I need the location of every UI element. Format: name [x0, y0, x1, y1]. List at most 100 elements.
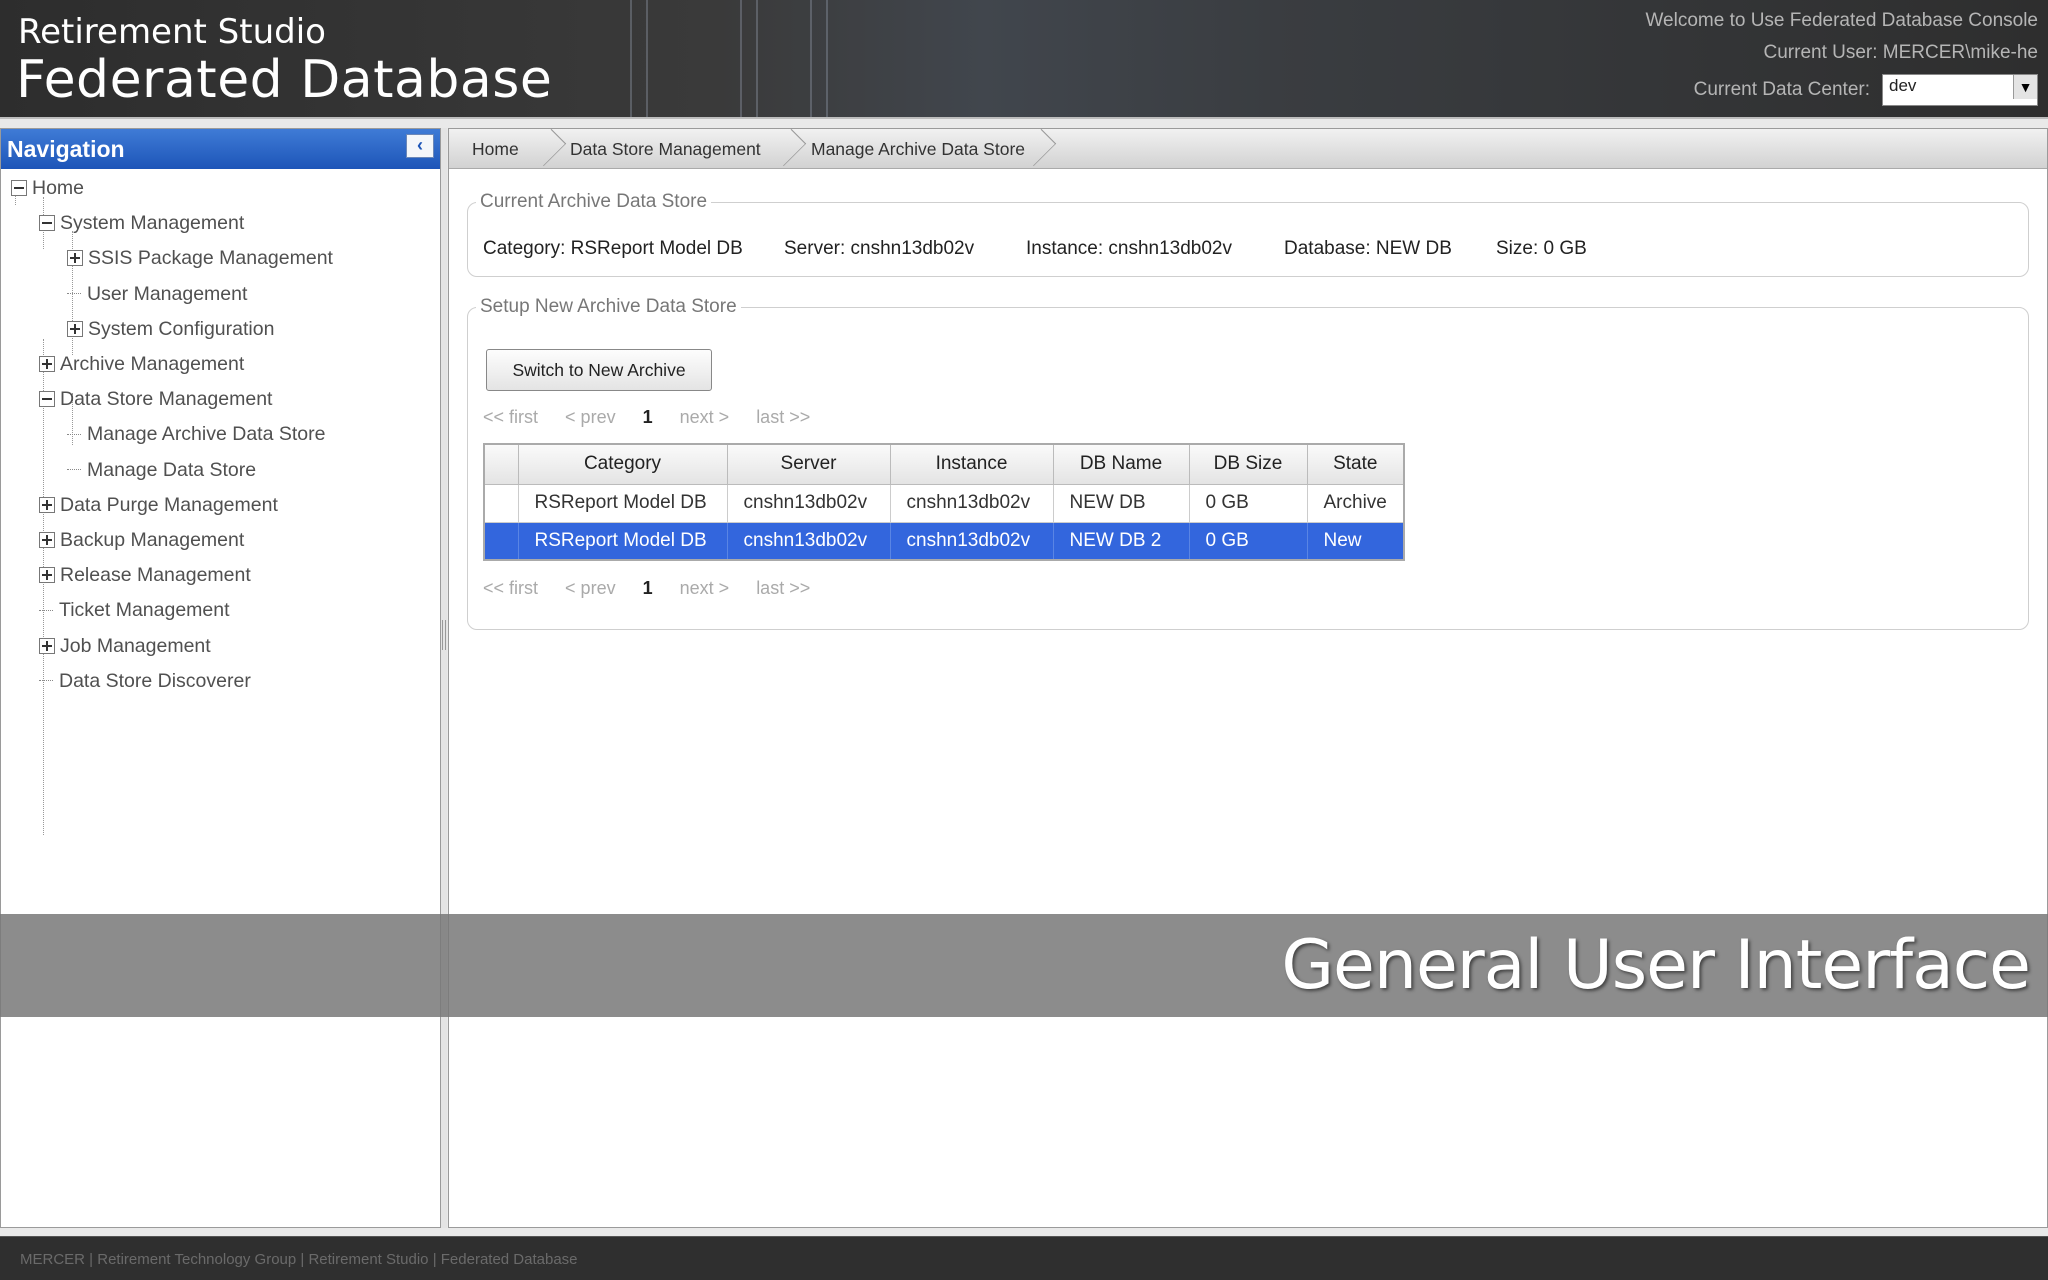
nav-item-label: Data Purge Management [60, 493, 278, 516]
column-header-server[interactable]: Server [726, 443, 891, 485]
nav-item-archive-management[interactable]: Archive Management [39, 347, 244, 381]
nav-item-ssis-package-management[interactable]: SSIS Package Management [67, 241, 333, 275]
nav-item-label: System Configuration [88, 317, 275, 340]
nav-item-label: Data Store Management [60, 388, 273, 411]
nav-item-label: Ticket Management [59, 599, 230, 622]
tree-connector [67, 433, 81, 435]
expand-icon[interactable] [39, 356, 55, 372]
cell-state: New [1306, 521, 1405, 561]
tree-connector [39, 609, 53, 611]
pager-first-link[interactable]: << first [483, 578, 538, 598]
collapse-icon[interactable] [39, 391, 55, 408]
table-row-selected[interactable]: RSReport Model DB cnshn13db02v cnshn13db… [483, 521, 1405, 561]
header-user-info: Welcome to Use Federated Database Consol… [1645, 10, 2038, 106]
cell-state: Archive [1306, 483, 1405, 523]
cell-db-size: 0 GB [1188, 521, 1308, 561]
data-center-select[interactable]: dev ▼ [1882, 74, 2038, 106]
panel-splitter[interactable] [441, 128, 447, 1228]
pager-top: << first < prev 1 next > last >> [483, 407, 832, 428]
nav-item-ticket-management[interactable]: Ticket Management [39, 593, 230, 627]
chevron-left-icon[interactable]: ‹ [406, 134, 434, 158]
collapse-icon[interactable] [39, 215, 55, 232]
breadcrumb-separator [1029, 129, 1051, 169]
nav-item-label: Manage Data Store [87, 458, 257, 481]
breadcrumb-manage-archive-data-store[interactable]: Manage Archive Data Store [811, 129, 1025, 169]
overlay-banner: General User Interface [0, 914, 2048, 1017]
welcome-text: Welcome to Use Federated Database Consol… [1645, 10, 2038, 31]
nav-item-label: Release Management [60, 564, 251, 587]
setup-archive-legend: Setup New Archive Data Store [480, 296, 737, 317]
current-server: Server: cnshn13db02v [784, 238, 975, 259]
expand-icon[interactable] [39, 532, 55, 548]
cell-db-name: NEW DB 2 [1052, 521, 1190, 561]
nav-item-system-management[interactable]: System Management [39, 206, 244, 240]
pager-bottom: << first < prev 1 next > last >> [483, 578, 832, 599]
breadcrumb-data-store-management[interactable]: Data Store Management [570, 129, 761, 169]
nav-item-job-management[interactable]: Job Management [39, 629, 211, 663]
expand-icon[interactable] [67, 250, 83, 267]
app-title: Federated Database [16, 50, 553, 110]
navigation-header: Navigation ‹ [1, 129, 440, 169]
pager-prev-link[interactable]: < prev [565, 578, 616, 598]
nav-item-backup-management[interactable]: Backup Management [39, 523, 244, 557]
expand-icon[interactable] [39, 567, 55, 584]
breadcrumb-separator [539, 129, 561, 169]
splitter-grip[interactable] [442, 620, 446, 650]
pager-next-link[interactable]: next > [680, 578, 730, 598]
app-header: Retirement Studio Federated Database Wel… [0, 0, 2048, 119]
tree-connector [39, 680, 53, 682]
pager-current-page: 1 [642, 407, 653, 427]
app-footer: MERCER | Retirement Technology Group | R… [0, 1236, 2048, 1280]
header-decoration [590, 0, 950, 117]
row-select-cell[interactable] [483, 483, 519, 523]
switch-to-new-archive-button[interactable]: Switch to New Archive [486, 349, 712, 391]
tree-connector [67, 293, 81, 295]
breadcrumb-home[interactable]: Home [472, 129, 519, 169]
navigation-panel: Navigation ‹ Home System Management SSIS P… [0, 128, 441, 1228]
pager-last-link[interactable]: last >> [756, 578, 810, 598]
pager-next-link[interactable]: next > [680, 407, 730, 427]
nav-item-manage-data-store[interactable]: Manage Data Store [67, 453, 256, 487]
expand-icon[interactable] [67, 320, 83, 337]
breadcrumb-separator [779, 129, 801, 169]
pager-last-link[interactable]: last >> [756, 407, 810, 427]
chevron-down-icon[interactable]: ▼ [2013, 75, 2037, 99]
column-header-state[interactable]: State [1306, 443, 1405, 485]
column-header-db-name[interactable]: DB Name [1052, 443, 1190, 485]
tree-connector [67, 469, 81, 471]
expand-icon[interactable] [39, 496, 55, 513]
cell-category: RSReport Model DB [517, 521, 728, 561]
current-instance: Instance: cnshn13db02v [1026, 238, 1232, 259]
column-header-category[interactable]: Category [517, 443, 728, 485]
expand-icon[interactable] [39, 637, 55, 654]
cell-server: cnshn13db02v [726, 483, 891, 523]
nav-item-data-store-discoverer[interactable]: Data Store Discoverer [39, 664, 251, 698]
current-category: Category: RSReport Model DB [483, 238, 743, 259]
nav-item-data-store-management[interactable]: Data Store Management [39, 382, 272, 416]
cell-instance: cnshn13db02v [889, 521, 1054, 561]
table-row[interactable]: RSReport Model DB cnshn13db02v cnshn13db… [483, 483, 1405, 523]
pager-first-link[interactable]: << first [483, 407, 538, 427]
nav-item-system-configuration[interactable]: System Configuration [67, 312, 274, 346]
data-center-value: dev [1889, 76, 1917, 95]
nav-item-data-purge-management[interactable]: Data Purge Management [39, 488, 278, 522]
banner-title: General User Interface [1281, 926, 2031, 1005]
table-header-row: Category Server Instance DB Name DB Size… [483, 443, 1405, 485]
row-select-cell[interactable] [483, 521, 519, 561]
row-select-header [483, 443, 519, 485]
nav-item-user-management[interactable]: User Management [67, 277, 247, 311]
collapse-icon[interactable] [11, 180, 27, 196]
navigation-title: Navigation [7, 136, 125, 162]
cell-db-size: 0 GB [1188, 483, 1308, 523]
cell-db-name: NEW DB [1052, 483, 1190, 523]
archive-table: Category Server Instance DB Name DB Size… [483, 443, 1405, 561]
nav-item-label: Home [32, 177, 85, 199]
nav-item-label: User Management [87, 282, 248, 305]
nav-item-manage-archive-data-store[interactable]: Manage Archive Data Store [67, 417, 325, 451]
column-header-db-size[interactable]: DB Size [1188, 443, 1308, 485]
cell-instance: cnshn13db02v [889, 483, 1054, 523]
nav-item-release-management[interactable]: Release Management [39, 558, 251, 592]
pager-prev-link[interactable]: < prev [565, 407, 616, 427]
nav-item-home[interactable]: Home [11, 171, 84, 205]
column-header-instance[interactable]: Instance [889, 443, 1054, 485]
